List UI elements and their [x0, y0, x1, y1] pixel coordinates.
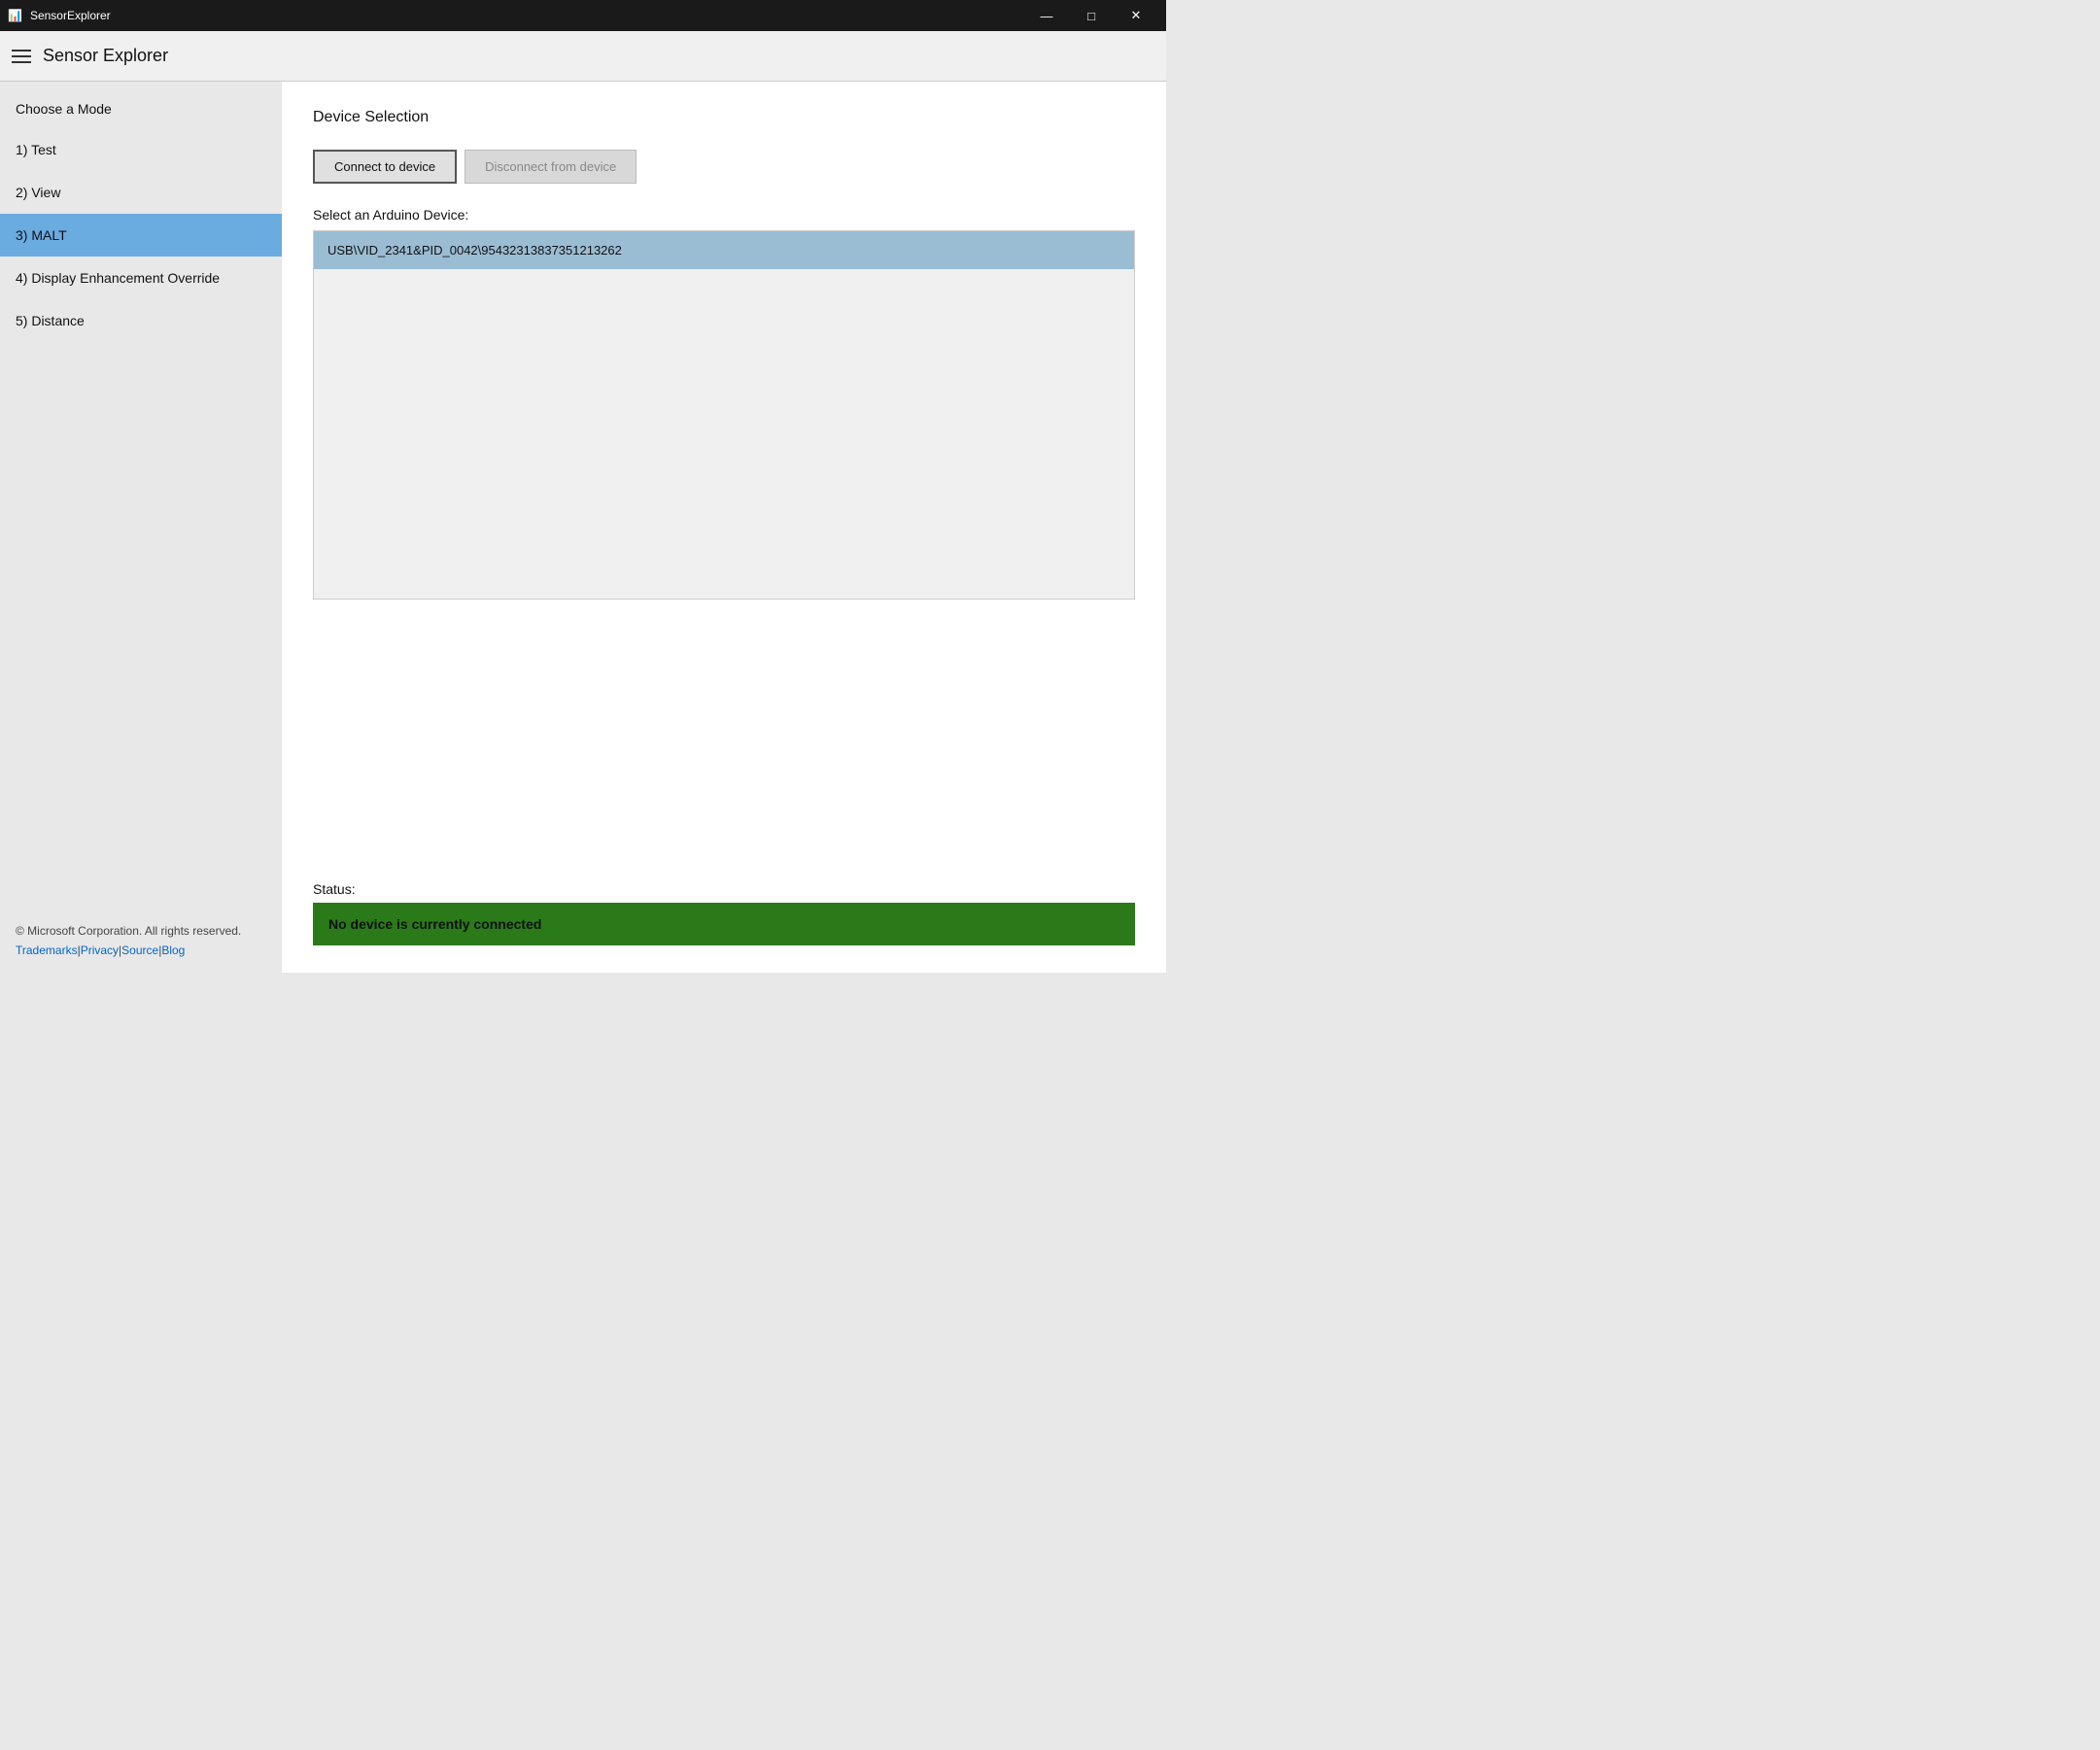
titlebar-controls: — □ ✕ — [1024, 0, 1158, 31]
blog-link[interactable]: Blog — [161, 944, 185, 957]
device-list[interactable]: USB\VID_2341&PID_0042\954323138373512132… — [313, 230, 1135, 600]
hamburger-line2 — [12, 55, 31, 57]
app-header: Sensor Explorer — [0, 31, 1166, 82]
section-title: Device Selection — [313, 109, 1135, 126]
minimize-button[interactable]: — — [1024, 0, 1069, 31]
status-section: Status: No device is currently connected — [313, 881, 1135, 945]
sidebar-item-malt[interactable]: 3) MALT — [0, 214, 282, 257]
titlebar: 📊 SensorExplorer — □ ✕ — [0, 0, 1166, 31]
privacy-link[interactable]: Privacy — [81, 944, 119, 957]
device-item[interactable]: USB\VID_2341&PID_0042\954323138373512132… — [314, 231, 1134, 269]
titlebar-app-name: SensorExplorer — [30, 9, 111, 22]
footer-links: Trademarks | Privacy | Source | Blog — [16, 944, 266, 957]
sidebar-item-view[interactable]: 2) View — [0, 171, 282, 214]
app-title: Sensor Explorer — [43, 46, 168, 66]
status-label: Status: — [313, 881, 1135, 897]
maximize-button[interactable]: □ — [1069, 0, 1114, 31]
menu-button[interactable] — [12, 50, 31, 63]
content-area: Device Selection Connect to device Disco… — [282, 82, 1166, 973]
status-bar: No device is currently connected — [313, 903, 1135, 945]
trademarks-link[interactable]: Trademarks — [16, 944, 78, 957]
main-layout: Choose a Mode 1) Test 2) View 3) MALT 4)… — [0, 82, 1166, 973]
sidebar-title: Choose a Mode — [0, 93, 282, 128]
sidebar-footer: © Microsoft Corporation. All rights rese… — [0, 909, 282, 973]
status-text: No device is currently connected — [328, 916, 541, 932]
sidebar-item-display-enhancement[interactable]: 4) Display Enhancement Override — [0, 257, 282, 299]
close-button[interactable]: ✕ — [1114, 0, 1158, 31]
device-list-label: Select an Arduino Device: — [313, 207, 1135, 223]
app-icon: 📊 — [8, 9, 22, 22]
source-link[interactable]: Source — [121, 944, 158, 957]
sidebar: Choose a Mode 1) Test 2) View 3) MALT 4)… — [0, 82, 282, 973]
sidebar-item-distance[interactable]: 5) Distance — [0, 299, 282, 342]
hamburger-line3 — [12, 61, 31, 63]
disconnect-button: Disconnect from device — [465, 150, 637, 184]
button-row: Connect to device Disconnect from device — [313, 150, 1135, 184]
titlebar-left: 📊 SensorExplorer — [8, 9, 111, 22]
connect-button[interactable]: Connect to device — [313, 150, 457, 184]
hamburger-line1 — [12, 50, 31, 51]
footer-copyright: © Microsoft Corporation. All rights rese… — [16, 924, 266, 938]
sidebar-item-test[interactable]: 1) Test — [0, 128, 282, 171]
